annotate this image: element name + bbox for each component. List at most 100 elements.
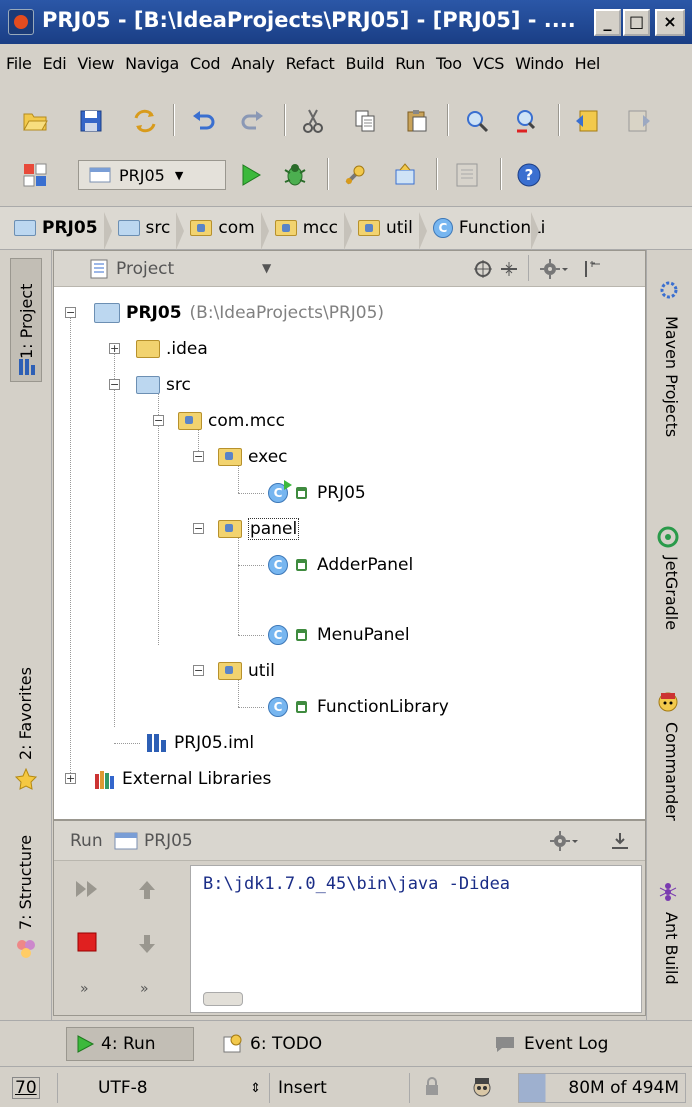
cut-icon[interactable] xyxy=(300,108,326,134)
collapse-toggle[interactable]: − xyxy=(193,523,204,534)
gear-icon[interactable] xyxy=(550,831,580,851)
encoding-selector[interactable]: UTF-8 ⇕ xyxy=(90,1073,270,1103)
project-tool-tab[interactable]: 1: Project xyxy=(10,258,42,382)
run-icon[interactable] xyxy=(238,162,264,188)
menu-run[interactable]: Run xyxy=(395,54,425,73)
minimize-button[interactable]: _ xyxy=(594,9,621,36)
memory-indicator[interactable]: 80M of 494M xyxy=(518,1073,686,1103)
favorites-tool-tab[interactable]: 2: Favorites xyxy=(10,630,42,790)
forward-icon[interactable] xyxy=(626,108,652,134)
close-button[interactable]: × xyxy=(655,9,685,36)
help-icon[interactable]: ? xyxy=(516,162,542,188)
maximize-button[interactable]: □ xyxy=(623,9,650,36)
paste-icon[interactable] xyxy=(404,108,430,134)
breadcrumb-src[interactable]: src xyxy=(117,212,191,250)
hide-panel-icon[interactable] xyxy=(610,831,630,851)
settings-wrench-icon[interactable] xyxy=(342,162,368,188)
menu-tools[interactable]: Too xyxy=(436,54,462,73)
read-only-lock-icon[interactable] xyxy=(424,1077,440,1097)
rerun-icon[interactable] xyxy=(74,879,100,899)
sdk-icon[interactable] xyxy=(392,162,418,188)
project-structure-icon[interactable] xyxy=(22,162,48,188)
stop-icon[interactable] xyxy=(76,931,98,953)
horizontal-scrollbar[interactable] xyxy=(203,992,243,1006)
breadcrumb-mcc[interactable]: mcc xyxy=(274,212,358,250)
expand-toggle[interactable]: + xyxy=(109,343,120,354)
tree-line xyxy=(238,565,264,566)
breadcrumb-util[interactable]: util xyxy=(357,212,433,250)
run-tool-tab[interactable]: 4: Run xyxy=(66,1027,194,1061)
maven-tool-tab[interactable]: Maven Projects xyxy=(655,280,685,500)
tree-node-src[interactable]: src xyxy=(136,370,191,400)
tree-node-package[interactable]: com.mcc xyxy=(178,406,285,436)
collapse-toggle[interactable]: − xyxy=(153,415,164,426)
debug-icon[interactable] xyxy=(282,162,308,188)
save-icon[interactable] xyxy=(78,108,104,134)
tree-node-panel[interactable]: panel xyxy=(218,514,300,544)
commander-tool-tab[interactable]: Commander xyxy=(655,690,685,850)
collapse-toggle[interactable]: − xyxy=(193,451,204,462)
event-log-tool-tab[interactable]: Event Log xyxy=(486,1027,616,1061)
menu-help[interactable]: Hel xyxy=(575,54,601,73)
collapse-toggle[interactable]: − xyxy=(65,307,76,318)
ant-build-tool-tab[interactable]: Ant Build xyxy=(655,880,685,1010)
tree-node-util[interactable]: util xyxy=(218,656,275,686)
structure-tool-tab[interactable]: 7: Structure xyxy=(10,830,42,980)
project-view-label[interactable]: Project xyxy=(116,259,174,279)
replace-icon[interactable] xyxy=(514,108,540,134)
menu-vcs[interactable]: VCS xyxy=(473,54,505,73)
menu-view[interactable]: View xyxy=(77,54,114,73)
tree-node-external-libraries[interactable]: External Libraries xyxy=(94,764,271,794)
copy-icon[interactable] xyxy=(352,108,378,134)
jetgradle-tool-tab[interactable]: JetGradle xyxy=(655,526,685,676)
console-output[interactable]: B:\jdk1.7.0_45\bin\java -Didea xyxy=(190,865,642,1013)
tree-node-exec[interactable]: exec xyxy=(218,442,288,472)
menu-code[interactable]: Cod xyxy=(190,54,221,73)
insert-mode[interactable]: Insert xyxy=(270,1073,410,1103)
breadcrumb-project[interactable]: PRJ05 xyxy=(14,212,118,250)
menu-window[interactable]: Windo xyxy=(515,54,564,73)
tree-node-class-adderpanel[interactable]: C AdderPanel xyxy=(268,550,413,580)
gear-icon[interactable] xyxy=(540,259,570,279)
collapse-all-icon[interactable] xyxy=(500,260,518,278)
view-dropdown-icon[interactable]: ▼ xyxy=(262,261,271,275)
inspector-icon[interactable] xyxy=(470,1075,494,1099)
tree-node-idea[interactable]: .idea xyxy=(136,334,208,364)
scroll-down-icon[interactable] xyxy=(136,933,158,955)
open-folder-icon[interactable] xyxy=(22,108,48,134)
undo-icon[interactable] xyxy=(190,108,216,134)
sync-icon[interactable] xyxy=(132,108,158,134)
menu-analyze[interactable]: Analy xyxy=(231,54,275,73)
scroll-up-icon[interactable] xyxy=(136,879,158,901)
menu-refactor[interactable]: Refact xyxy=(286,54,335,73)
back-icon[interactable] xyxy=(574,108,600,134)
project-view-icon[interactable] xyxy=(90,259,108,279)
collapse-toggle[interactable]: − xyxy=(109,379,120,390)
toolbar-separator xyxy=(173,104,175,136)
tree-node-class-menupanel[interactable]: C MenuPanel xyxy=(268,620,410,650)
menu-edit[interactable]: Edi xyxy=(43,54,67,73)
document-icon[interactable] xyxy=(454,162,480,188)
run-config-selector[interactable]: PRJ05 ▼ xyxy=(78,160,226,190)
menu-navigate[interactable]: Naviga xyxy=(125,54,179,73)
app-icon[interactable] xyxy=(8,9,34,35)
collapse-toggle[interactable]: − xyxy=(193,665,204,676)
expand-toggle[interactable]: + xyxy=(65,773,76,784)
breadcrumb-class[interactable]: C FunctionLi xyxy=(432,212,545,250)
find-icon[interactable] xyxy=(464,108,490,134)
caret-position[interactable]: 70 xyxy=(6,1073,58,1103)
tree-node-iml[interactable]: PRJ05.iml xyxy=(146,728,254,758)
hide-panel-icon[interactable] xyxy=(584,259,602,279)
tree-node-class-prj05[interactable]: C PRJ05 xyxy=(268,478,366,508)
breadcrumb-com[interactable]: com xyxy=(190,212,274,250)
todo-tool-tab[interactable]: 6: TODO xyxy=(214,1027,330,1061)
menu-build[interactable]: Build xyxy=(346,54,385,73)
tree-node-root[interactable]: PRJ05 (B:\IdeaProjects\PRJ05) xyxy=(94,298,384,328)
run-config-name[interactable]: PRJ05 xyxy=(144,831,193,851)
locate-target-icon[interactable] xyxy=(474,260,492,278)
redo-icon[interactable] xyxy=(240,108,266,134)
more-actions-icon[interactable]: » xyxy=(140,981,149,997)
menu-file[interactable]: File xyxy=(6,54,32,73)
more-actions-icon[interactable]: » xyxy=(80,981,89,997)
tree-node-class-functionlibrary[interactable]: C FunctionLibrary xyxy=(268,692,449,722)
